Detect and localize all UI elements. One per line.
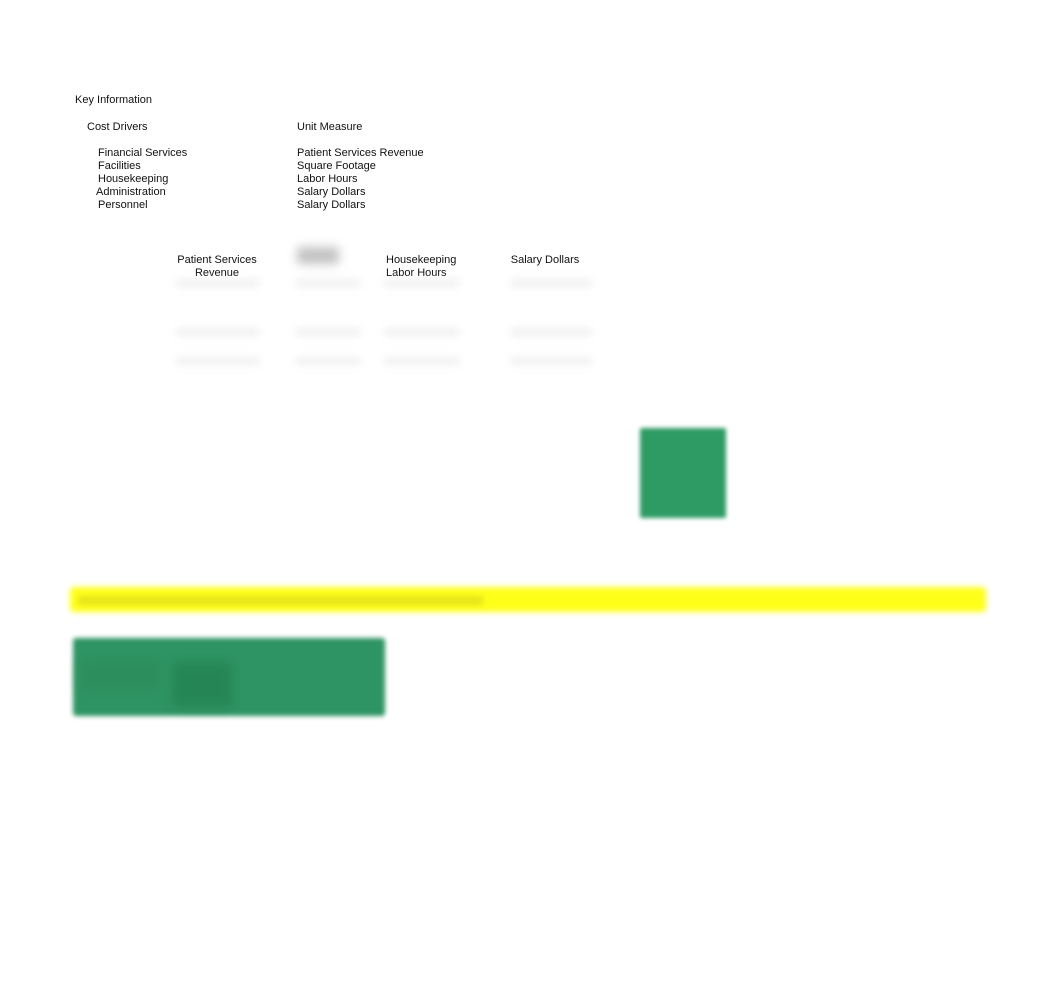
table-cell-redacted	[510, 279, 592, 287]
cost-driver-item: Personnel	[98, 199, 148, 211]
table-cell-redacted	[384, 328, 460, 336]
cost-driver-item: Facilities	[98, 160, 141, 172]
highlighted-row-text-redacted	[78, 596, 483, 605]
cost-drivers-header: Cost Drivers	[87, 121, 148, 133]
column-header-redacted	[297, 247, 339, 264]
unit-measure-list: Patient Services Revenue Square Footage …	[297, 147, 424, 212]
unit-measure-item: Salary Dollars	[297, 186, 366, 198]
table-cell-redacted	[295, 328, 361, 336]
table-cell-redacted	[384, 357, 460, 365]
unit-measure-item: Salary Dollars	[297, 199, 366, 211]
unit-measure-item: Patient Services Revenue	[297, 147, 424, 159]
column-header-line: Patient Services	[177, 254, 257, 266]
table-cell-redacted	[176, 279, 260, 287]
table-cell-redacted	[176, 328, 260, 336]
green-panel-text-redacted	[172, 662, 232, 707]
column-header-line: Housekeeping	[386, 254, 457, 266]
table-cell-redacted	[295, 279, 361, 287]
table-cell-redacted	[384, 279, 460, 287]
cost-driver-item: Administration	[96, 186, 166, 198]
cost-driver-item: Housekeeping	[98, 173, 169, 185]
table-cell-redacted	[510, 357, 592, 365]
cost-driver-list: Financial Services Facilities Housekeepi…	[96, 147, 188, 212]
column-header-salary-dollars: Salary Dollars	[505, 254, 585, 267]
unit-measure-item: Labor Hours	[297, 173, 358, 185]
column-header-line: Salary Dollars	[510, 254, 580, 266]
table-cell-redacted	[510, 328, 592, 336]
green-redacted-block	[640, 428, 726, 518]
column-header-housekeeping-labor-hours: Housekeeping Labor Hours	[386, 254, 456, 280]
unit-measure-header: Unit Measure	[297, 121, 363, 133]
green-panel-text-redacted	[82, 660, 160, 690]
table-cell-redacted	[295, 357, 361, 365]
column-header-patient-services-revenue: Patient Services Revenue	[168, 254, 266, 280]
unit-measure-item: Square Footage	[297, 160, 376, 172]
cost-driver-item: Financial Services	[98, 147, 188, 159]
key-information-title: Key Information	[75, 94, 153, 106]
table-cell-redacted	[176, 357, 260, 365]
